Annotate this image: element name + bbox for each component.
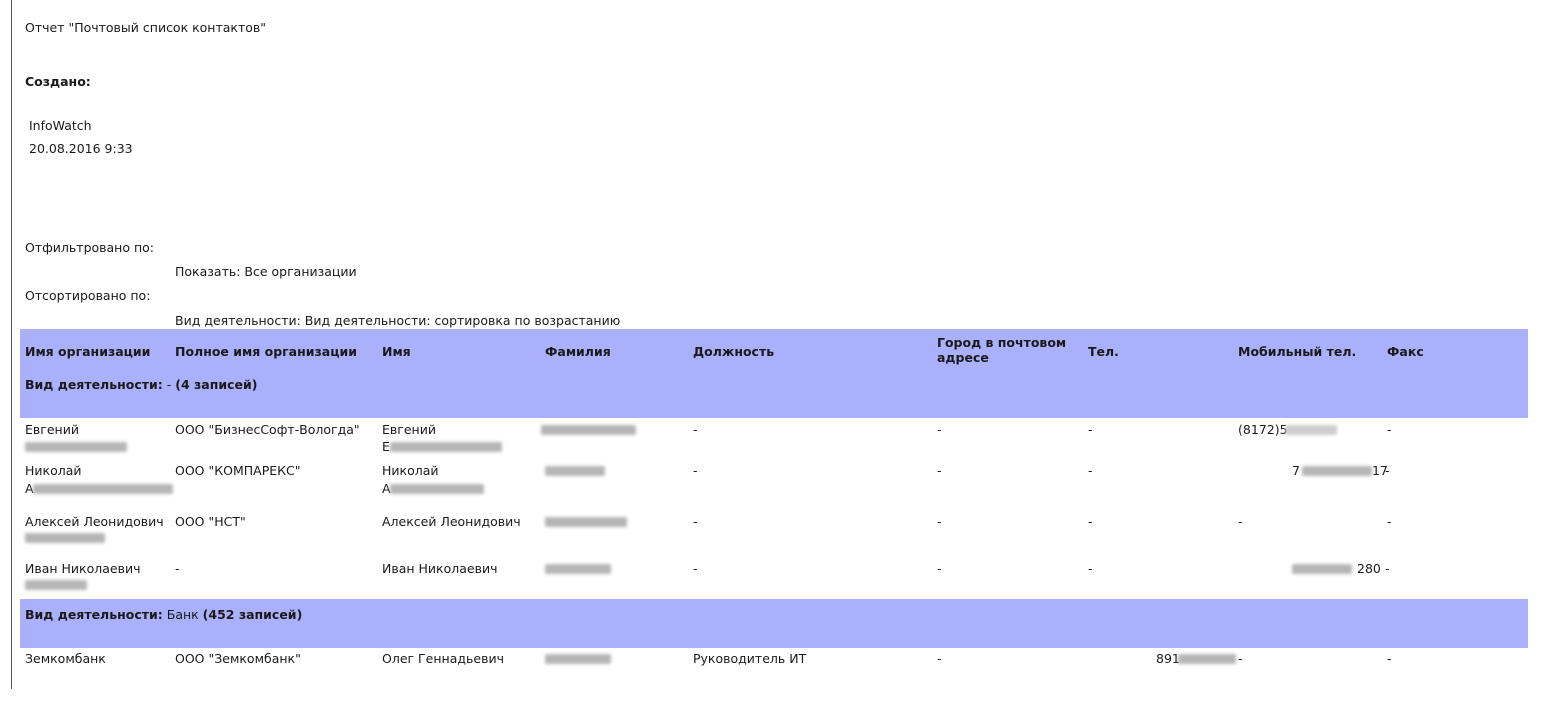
group-label: Вид деятельности: Банк (452 записей) [25,607,303,622]
redacted-text [1178,654,1236,664]
column-header: Имя организации [25,344,151,359]
redacted-text [25,533,105,543]
full-org-cell: - [175,561,180,576]
redacted-text [545,517,627,527]
redacted-text [33,484,173,494]
left-margin-rule [11,0,12,689]
full-org-cell: ООО "БизнесСофт-Вологда" [175,422,360,437]
redacted-text [545,654,611,664]
fax-cell: - [1387,422,1392,437]
created-at: 20.08.2016 9:33 [29,141,133,156]
column-header: Полное имя организации [175,344,357,359]
full-org-cell: ООО "Земкомбанк" [175,651,301,666]
redacted-text [25,442,127,452]
mobile-cell: 7 [1292,463,1300,478]
city-cell: - [937,651,942,666]
sort-value: Вид деятельности: Вид деятельности: сорт… [175,313,621,328]
phone-cell: - [1088,561,1093,576]
column-header: Факс [1387,344,1424,359]
fax-cell: - [1385,561,1390,576]
phone-tail: - [1238,651,1243,666]
org-name-cell: Алексей Леонидович [25,514,164,529]
created-by: InfoWatch [29,118,92,133]
mobile-cell: - [1238,514,1243,529]
mobile-cell: (8172)5 [1238,422,1288,437]
report-title: Отчет "Почтовый список контактов" [25,20,267,35]
sorted-label: Отсортировано по: [25,288,151,303]
job-cell: - [693,463,698,478]
city-cell: - [937,561,942,576]
phone-cell: - [1088,463,1093,478]
column-header: Должность [693,344,775,359]
org-name-cell: Иван Николаевич [25,561,141,576]
org-name-cell: Евгений [25,422,79,437]
job-cell: - [693,422,698,437]
redacted-text [1292,564,1352,574]
city-cell: - [937,514,942,529]
redacted-text [545,466,605,476]
column-header: Имя [382,344,411,359]
job-cell: - [693,514,698,529]
redacted-text [545,564,611,574]
first-name-line2: Е [382,439,390,454]
first-name-cell: Николай [382,463,439,478]
job-cell: Руководитель ИТ [693,651,807,666]
full-org-cell: ООО "НСТ" [175,514,246,529]
first-name-cell: Иван Николаевич [382,561,498,576]
redacted-text [390,442,502,452]
mobile-tail: 280 [1357,561,1381,576]
fax-cell: - [1385,463,1390,478]
redacted-text [541,425,636,435]
redacted-text [25,580,87,590]
column-header: Тел. [1088,344,1119,359]
column-header: Город в почтовом адресе [937,335,1067,365]
job-cell: - [693,561,698,576]
first-name-cell: Олег Геннадьевич [382,651,504,666]
first-name-cell: Алексей Леонидович [382,514,521,529]
filter-value: Показать: Все организации [175,264,357,279]
table-header-band [20,329,1528,418]
column-header: Фамилия [545,344,611,359]
redacted-text [1302,466,1372,476]
fax-cell: - [1387,514,1392,529]
phone-cell: - [1088,422,1093,437]
redacted-text [390,484,484,494]
group-label: Вид деятельности: - (4 записей) [25,377,258,392]
phone-cell: 891 [1156,651,1180,666]
redacted-text [1285,425,1337,435]
full-org-cell: ООО "КОМПАРЕКС" [175,463,301,478]
city-cell: - [937,463,942,478]
city-cell: - [937,422,942,437]
phone-cell: - [1088,514,1093,529]
org-name-cell: Николай [25,463,82,478]
filtered-label: Отфильтровано по: [25,240,155,255]
column-header: Мобильный тел. [1238,344,1357,359]
org-name-cell: Земкомбанк [25,651,106,666]
created-label: Создано: [25,74,91,89]
fax-cell: - [1387,651,1392,666]
first-name-cell: Евгений [382,422,436,437]
